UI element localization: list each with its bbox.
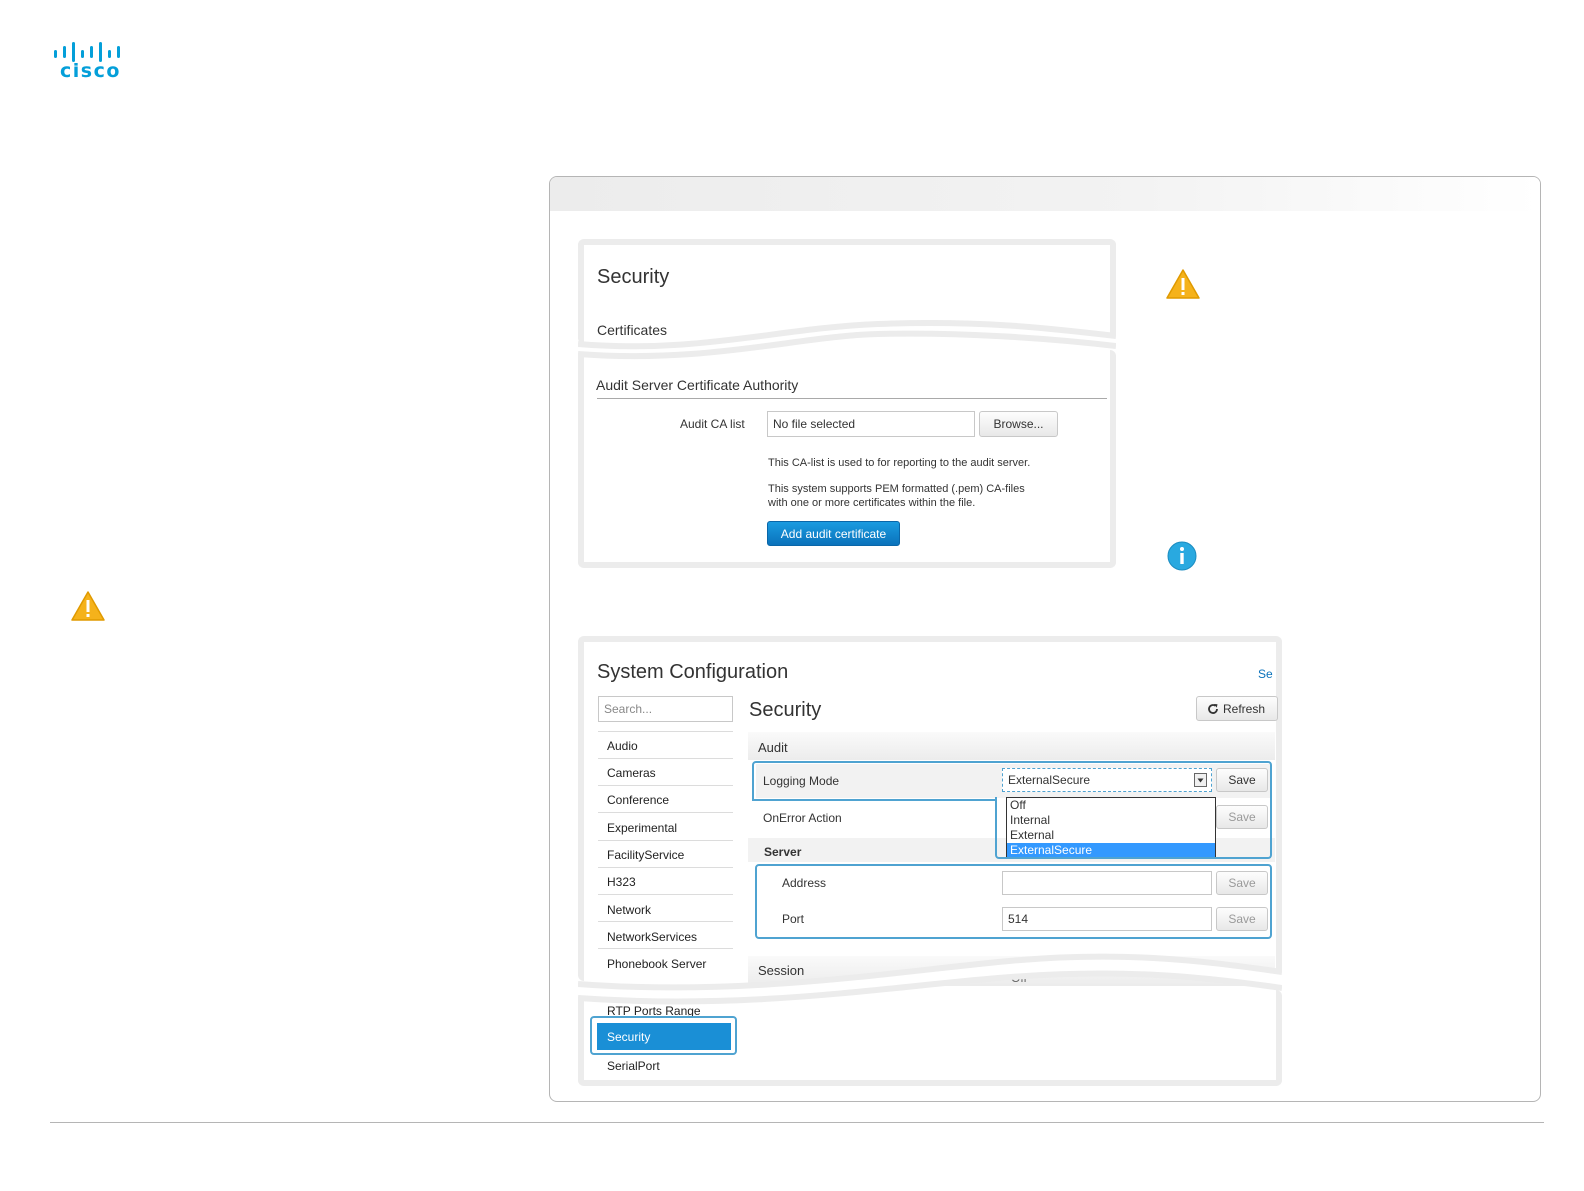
footer-divider xyxy=(50,1122,1544,1123)
help-text-2: This system supports PEM formatted (.pem… xyxy=(768,483,1025,495)
sidebar-item-security[interactable]: Security xyxy=(597,1023,731,1050)
refresh-label: Refresh xyxy=(1223,701,1266,716)
nav-divider xyxy=(598,758,733,759)
nav-divider xyxy=(598,812,733,813)
save-button[interactable]: Save xyxy=(1216,907,1268,931)
help-text-1: This CA-list is used to for reporting to… xyxy=(768,457,1031,469)
refresh-icon xyxy=(1208,703,1218,714)
nav-divider xyxy=(598,894,733,895)
dropdown-highlight xyxy=(995,797,1272,859)
warning-icon xyxy=(1166,269,1200,299)
sidebar-item-audio[interactable]: Audio xyxy=(607,739,733,753)
panel-break-wave xyxy=(578,953,1282,1005)
sidebar-item-networkservices[interactable]: NetworkServices xyxy=(607,930,733,944)
highlight-connector xyxy=(752,799,997,802)
server-heading: Server xyxy=(764,845,802,859)
top-right-link[interactable]: Se xyxy=(1258,667,1273,681)
audit-heading-row xyxy=(748,732,1275,760)
warning-icon xyxy=(71,591,105,621)
system-config-title: System Configuration xyxy=(597,661,789,683)
address-label: Address xyxy=(782,876,827,890)
sidebar-item-network[interactable]: Network xyxy=(607,903,733,917)
help-text-3: with one or more certificates within the… xyxy=(768,497,976,509)
divider xyxy=(597,398,1107,399)
sidebar-item-experimental[interactable]: Experimental xyxy=(607,821,733,835)
nav-divider xyxy=(598,867,733,868)
security-title: Security xyxy=(597,266,670,288)
logging-mode-highlight xyxy=(752,761,1272,801)
onerror-label: OnError Action xyxy=(763,811,842,825)
sidebar-item-facilityservice[interactable]: FacilityService xyxy=(607,848,733,862)
section-title: Audit Server Certificate Authority xyxy=(596,377,799,393)
sidebar-item-h323[interactable]: H323 xyxy=(607,875,733,889)
config-section-title: Security xyxy=(749,699,822,721)
add-audit-certificate-button[interactable]: Add audit certificate xyxy=(767,521,900,546)
sidebar-item-cameras[interactable]: Cameras xyxy=(607,766,733,780)
info-icon xyxy=(1167,541,1197,571)
cisco-bars-icon xyxy=(54,42,120,62)
cisco-logo: cisco xyxy=(52,40,132,84)
nav-divider xyxy=(598,921,733,922)
tab-certificates[interactable]: Certificates xyxy=(597,322,667,338)
port-label: Port xyxy=(782,912,805,926)
frame-header-bar xyxy=(550,177,1540,211)
browse-button[interactable]: Browse... xyxy=(979,411,1058,437)
save-button[interactable]: Save xyxy=(1216,871,1268,895)
audit-heading: Audit xyxy=(758,740,788,755)
nav-divider xyxy=(598,840,733,841)
sidebar-item-conference[interactable]: Conference xyxy=(607,793,733,807)
file-field[interactable]: No file selected xyxy=(767,411,975,437)
nav-divider xyxy=(598,731,733,732)
audit-ca-label: Audit CA list xyxy=(680,417,745,431)
cisco-wordmark: cisco xyxy=(60,60,121,82)
sidebar-item-security-label: Security xyxy=(607,1030,651,1044)
port-input[interactable]: 514 xyxy=(1002,907,1212,931)
nav-divider xyxy=(598,785,733,786)
sidebar-item-serialport[interactable]: SerialPort xyxy=(607,1059,733,1073)
address-input[interactable] xyxy=(1002,871,1212,895)
search-input[interactable]: Search... xyxy=(598,696,733,722)
refresh-button[interactable]: Refresh xyxy=(1196,696,1278,721)
